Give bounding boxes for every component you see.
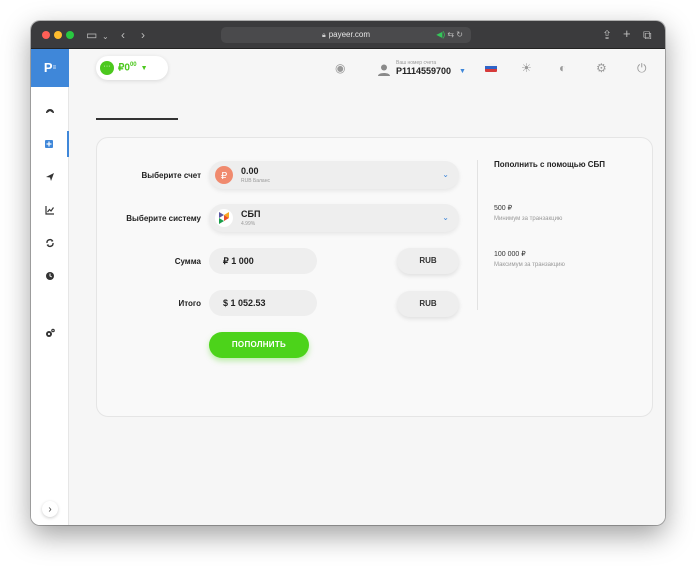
dashboard-icon[interactable] [31, 98, 69, 124]
account-select-label: Выберите счет [141, 171, 201, 180]
logo-text: P [43, 60, 53, 75]
settings-gear-icon[interactable]: ⚙︎ [596, 61, 607, 75]
deposit-submit-button[interactable]: пополнить [209, 332, 309, 358]
tabs-overview-icon[interactable]: ⧉ [643, 28, 652, 42]
minimize-window-button[interactable] [54, 31, 62, 39]
back-icon[interactable]: ‹ [121, 28, 125, 42]
svg-text:₽: ₽ [221, 171, 228, 182]
account-select-sub: RUB Баланс [241, 178, 270, 184]
divider [477, 160, 478, 310]
balance-amount: ₽0 [118, 62, 130, 74]
account-select-value: 0.00 [241, 166, 259, 176]
audio-icon[interactable]: ◀︎) [436, 30, 445, 39]
system-select-fee: 4.99% [241, 221, 256, 227]
max-amount-value: 100 000 ₽ [494, 251, 526, 258]
total-currency-button[interactable]: RUB [397, 291, 459, 317]
chevron-down-icon[interactable]: ⌄ [102, 30, 109, 44]
expand-sidebar-button[interactable]: › [42, 501, 58, 517]
balance-selector[interactable]: ··· ₽000 ▼ [96, 56, 168, 80]
system-select-label: Выберите систему [126, 214, 201, 223]
amount-currency-button[interactable]: RUB [397, 248, 459, 274]
logout-power-icon[interactable]: ⏻ [637, 61, 647, 75]
payeer-logo[interactable]: P≡ [31, 49, 69, 87]
balance-value: ₽000 [118, 62, 137, 73]
logo-sub: ≡ [52, 65, 57, 71]
account-number: P1114559700 [396, 66, 452, 76]
trade-chart-icon[interactable] [31, 197, 69, 223]
translate-icon[interactable]: ⇆ [447, 30, 454, 39]
lock-icon: 🔒︎ [321, 32, 326, 39]
min-amount-label: Минимум за транзакцию [494, 216, 563, 222]
theme-sun-icon[interactable]: ☀︎ [521, 61, 532, 75]
min-amount-value: 500 ₽ [494, 205, 513, 212]
info-title: Пополнить с помощью СБП [494, 160, 606, 169]
system-select[interactable]: СБП 4.99% ⌄ [209, 204, 459, 232]
support-icon[interactable]: ◉ [335, 61, 345, 75]
total-label: Итого [178, 299, 201, 308]
left-sidebar: P≡ › [31, 49, 69, 525]
url-text: payeer.com [328, 30, 371, 39]
browser-window: ▭ ⌄ ‹ › 🔒︎ payeer.com ◀︎) ⇆ ↻ ⇪ + ⧉ P≡ ›… [31, 21, 665, 525]
settings-gears-icon[interactable] [31, 320, 69, 346]
address-bar[interactable]: 🔒︎ payeer.com ◀︎) ⇆ ↻ [221, 27, 471, 43]
deposit-icon[interactable] [31, 131, 69, 157]
language-flag-icon[interactable] [485, 63, 497, 72]
amount-value: ₽ 1 000 [223, 256, 254, 266]
amount-label: Сумма [174, 257, 201, 266]
chevron-down-icon: ⌄ [442, 170, 449, 179]
exchange-icon[interactable] [31, 230, 69, 256]
balance-status-icon: ··· [100, 61, 114, 75]
reload-icon[interactable]: ↻ [456, 30, 463, 39]
forward-icon[interactable]: › [141, 28, 145, 42]
chevron-right-icon: › [48, 503, 52, 515]
new-tab-icon[interactable]: + [623, 27, 631, 41]
deposit-card: Выберите счет ₽ 0.00 RUB Баланс ⌄ Выбери… [96, 137, 653, 417]
history-clock-icon[interactable] [31, 263, 69, 289]
user-icon [378, 64, 390, 76]
close-window-button[interactable] [42, 31, 50, 39]
caret-down-icon: ▼ [459, 68, 466, 75]
sidebar-toggle-icon[interactable]: ▭ [86, 28, 97, 42]
amount-input[interactable]: ₽ 1 000 [209, 248, 317, 274]
system-select-value: СБП [241, 209, 261, 219]
send-icon[interactable] [31, 164, 69, 190]
maximize-window-button[interactable] [66, 31, 74, 39]
active-tab-indicator [96, 118, 178, 120]
max-amount-label: Максимум за транзакцию [494, 262, 565, 268]
total-value: $ 1 052.53 [223, 298, 266, 308]
total-field: $ 1 052.53 [209, 290, 317, 316]
main-content: ··· ₽000 ▼ ◉ Ваш номер счета P1114559700… [69, 49, 665, 525]
caret-down-icon: ▼ [140, 64, 148, 72]
chat-icon[interactable]: ◐ [559, 61, 566, 75]
sbp-logo-icon [215, 209, 233, 227]
chevron-down-icon: ⌄ [442, 213, 449, 222]
ruble-icon: ₽ [215, 166, 233, 184]
account-select[interactable]: ₽ 0.00 RUB Баланс ⌄ [209, 161, 459, 189]
balance-decimals: 00 [129, 62, 137, 69]
share-icon[interactable]: ⇪ [602, 28, 612, 42]
browser-titlebar: ▭ ⌄ ‹ › 🔒︎ payeer.com ◀︎) ⇆ ↻ ⇪ + ⧉ [31, 21, 665, 49]
